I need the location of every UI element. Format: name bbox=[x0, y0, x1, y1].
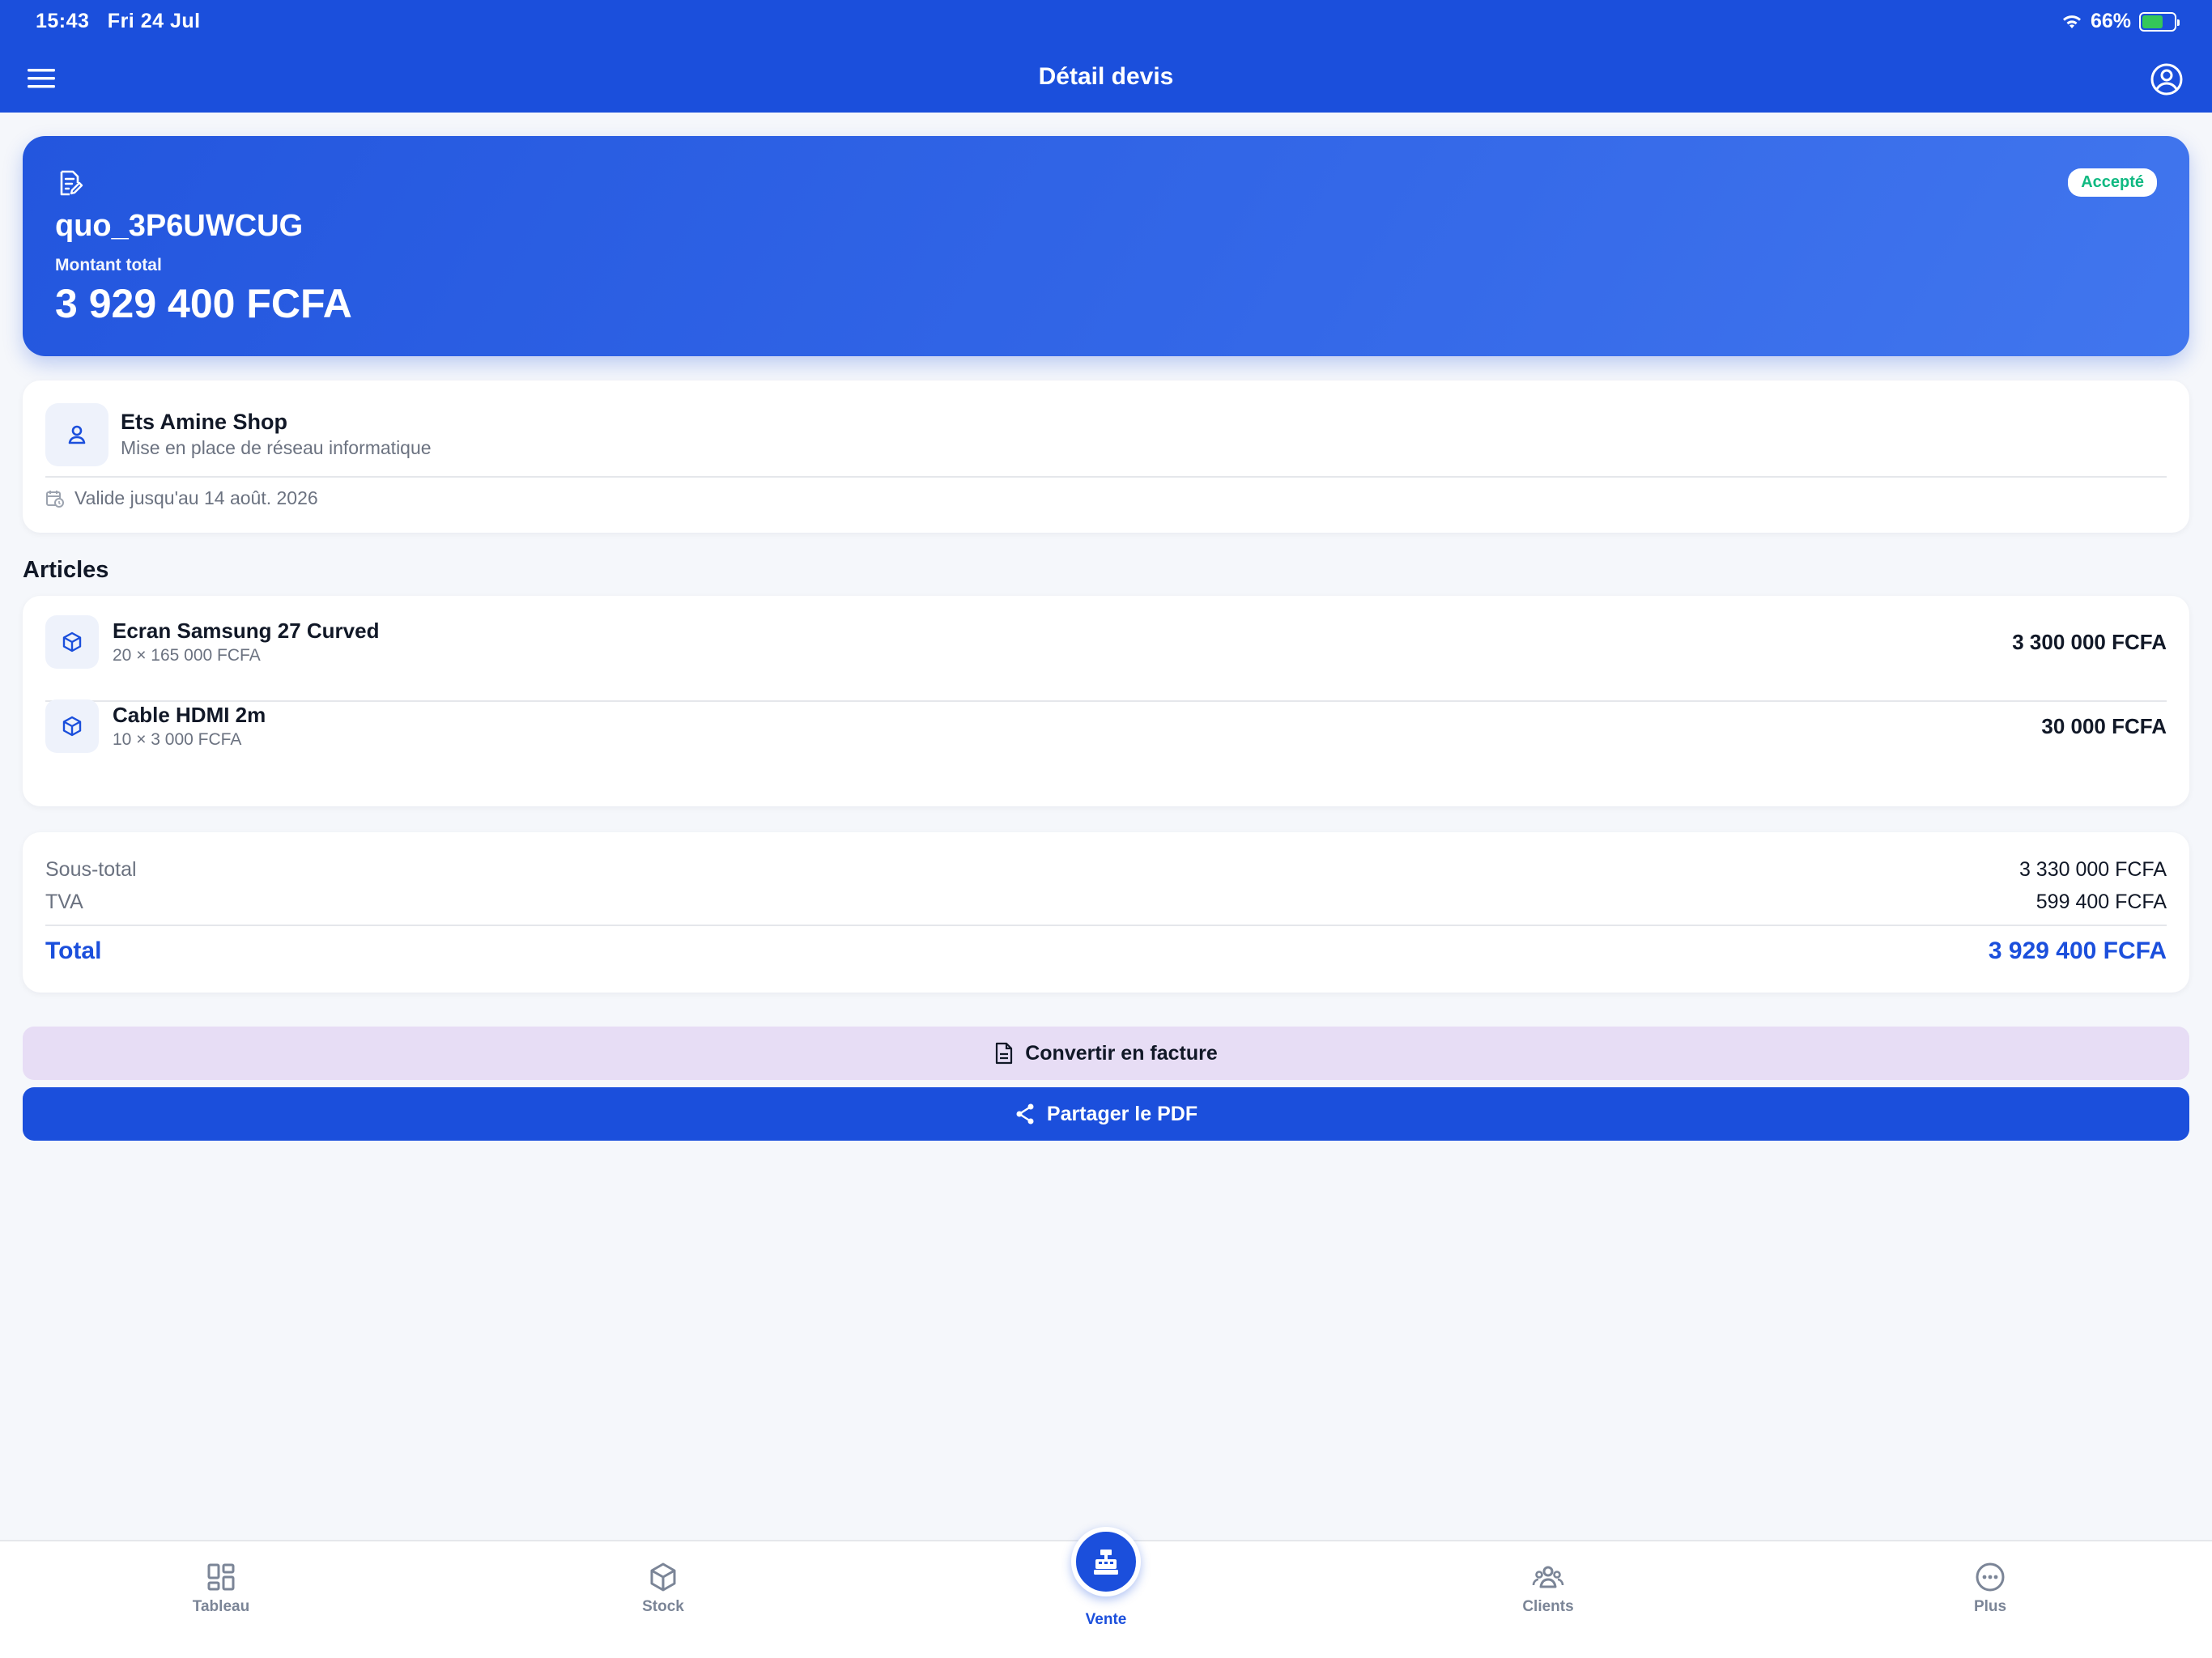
bottom-navigation: Tableau Stock Vente Clients Plus bbox=[0, 1527, 2212, 1658]
nav-label: Plus bbox=[1973, 1598, 2007, 1615]
divider bbox=[45, 476, 2167, 478]
status-time: 15:43 Fri 24 Jul bbox=[36, 10, 201, 33]
article-total: 3 300 000 FCFA bbox=[2012, 630, 2167, 654]
battery-percent: 66% bbox=[2090, 10, 2131, 32]
total-amount: 3 929 400 FCFA bbox=[55, 281, 352, 326]
tax-value: 599 400 FCFA bbox=[2035, 891, 2167, 913]
share-pdf-button[interactable]: Partager le PDF bbox=[23, 1087, 2189, 1141]
subtotal-label: Sous-total bbox=[45, 858, 137, 881]
account-button[interactable] bbox=[2149, 62, 2184, 97]
box-icon bbox=[650, 1562, 676, 1592]
subtotal-value: 3 330 000 FCFA bbox=[2018, 858, 2167, 881]
article-name: Ecran Samsung 27 Curved bbox=[113, 619, 380, 643]
quote-id: quo_3P6UWCUG bbox=[55, 209, 304, 243]
more-icon bbox=[1976, 1562, 2005, 1592]
page-title: Détail devis bbox=[1038, 63, 1174, 90]
nav-label: Stock bbox=[642, 1598, 684, 1615]
article-quantity-price: 20 × 165 000 FCFA bbox=[113, 646, 261, 665]
articles-card: Ecran Samsung 27 Curved 20 × 165 000 FCF… bbox=[23, 596, 2189, 806]
client-card[interactable]: Ets Amine Shop Mise en place de réseau i… bbox=[23, 380, 2189, 533]
invoice-icon bbox=[996, 1042, 1013, 1065]
cash-register-icon bbox=[1094, 1550, 1118, 1575]
calendar-clock-icon bbox=[46, 490, 64, 508]
articles-heading: Articles bbox=[23, 557, 109, 583]
validity-text: Valide jusqu'au 14 août. 2026 bbox=[74, 487, 318, 508]
battery-icon bbox=[2139, 11, 2180, 32]
user-icon bbox=[68, 425, 86, 444]
article-name: Cable HDMI 2m bbox=[113, 703, 266, 727]
client-name: Ets Amine Shop bbox=[121, 410, 288, 434]
cube-icon bbox=[62, 716, 82, 737]
convert-button-label: Convertir en facture bbox=[1025, 1041, 1218, 1065]
nav-label: Tableau bbox=[192, 1598, 250, 1615]
nav-item-clients[interactable]: Clients bbox=[1467, 1561, 1629, 1616]
total-label: Total bbox=[45, 937, 102, 964]
client-avatar bbox=[45, 403, 108, 466]
status-date: Fri 24 Jul bbox=[107, 10, 201, 32]
article-icon bbox=[45, 699, 99, 753]
quote-summary-card: quo_3P6UWCUG Montant total 3 929 400 FCF… bbox=[23, 136, 2189, 356]
totals-card: Sous-total 3 330 000 FCFA TVA 599 400 FC… bbox=[23, 832, 2189, 993]
wifi-icon bbox=[2062, 15, 2081, 28]
client-description: Mise en place de réseau informatique bbox=[121, 437, 432, 458]
nav-item-vente[interactable] bbox=[1071, 1527, 1141, 1596]
nav-label-active: Vente bbox=[1085, 1611, 1127, 1628]
nav-item-stock[interactable]: Stock bbox=[582, 1561, 744, 1616]
list-item[interactable]: Ecran Samsung 27 Curved 20 × 165 000 FCF… bbox=[23, 596, 2189, 680]
divider bbox=[45, 925, 2167, 926]
status-clock: 15:43 bbox=[36, 10, 90, 32]
nav-item-tableau[interactable]: Tableau bbox=[140, 1561, 302, 1616]
amount-label: Montant total bbox=[55, 256, 162, 274]
total-value: 3 929 400 FCFA bbox=[1988, 937, 2167, 964]
convert-to-invoice-button[interactable]: Convertir en facture bbox=[23, 1027, 2189, 1080]
tax-label: TVA bbox=[45, 891, 83, 913]
article-quantity-price: 10 × 3 000 FCFA bbox=[113, 730, 242, 749]
list-item[interactable]: Cable HDMI 2m 10 × 3 000 FCFA 30 000 FCF… bbox=[23, 680, 2189, 764]
dashboard-icon bbox=[207, 1563, 235, 1591]
share-icon bbox=[1016, 1103, 1034, 1124]
status-badge: Accepté bbox=[2068, 168, 2157, 197]
article-total: 30 000 FCFA bbox=[2041, 714, 2167, 738]
share-button-label: Partager le PDF bbox=[1046, 1102, 1198, 1125]
status-indicators: 66% bbox=[2061, 10, 2180, 33]
cube-icon bbox=[62, 631, 82, 653]
validity-row: Valide jusqu'au 14 août. 2026 bbox=[45, 487, 318, 509]
top-bar: 15:43 Fri 24 Jul 66% Détail devis bbox=[0, 0, 2212, 113]
nav-item-plus[interactable]: Plus bbox=[1909, 1561, 2071, 1616]
document-edit-icon bbox=[60, 170, 83, 196]
user-circle-icon bbox=[2150, 63, 2183, 96]
article-icon bbox=[45, 615, 99, 669]
nav-label: Clients bbox=[1522, 1598, 1574, 1615]
users-icon bbox=[1532, 1566, 1564, 1588]
battery-fill bbox=[2142, 15, 2163, 28]
